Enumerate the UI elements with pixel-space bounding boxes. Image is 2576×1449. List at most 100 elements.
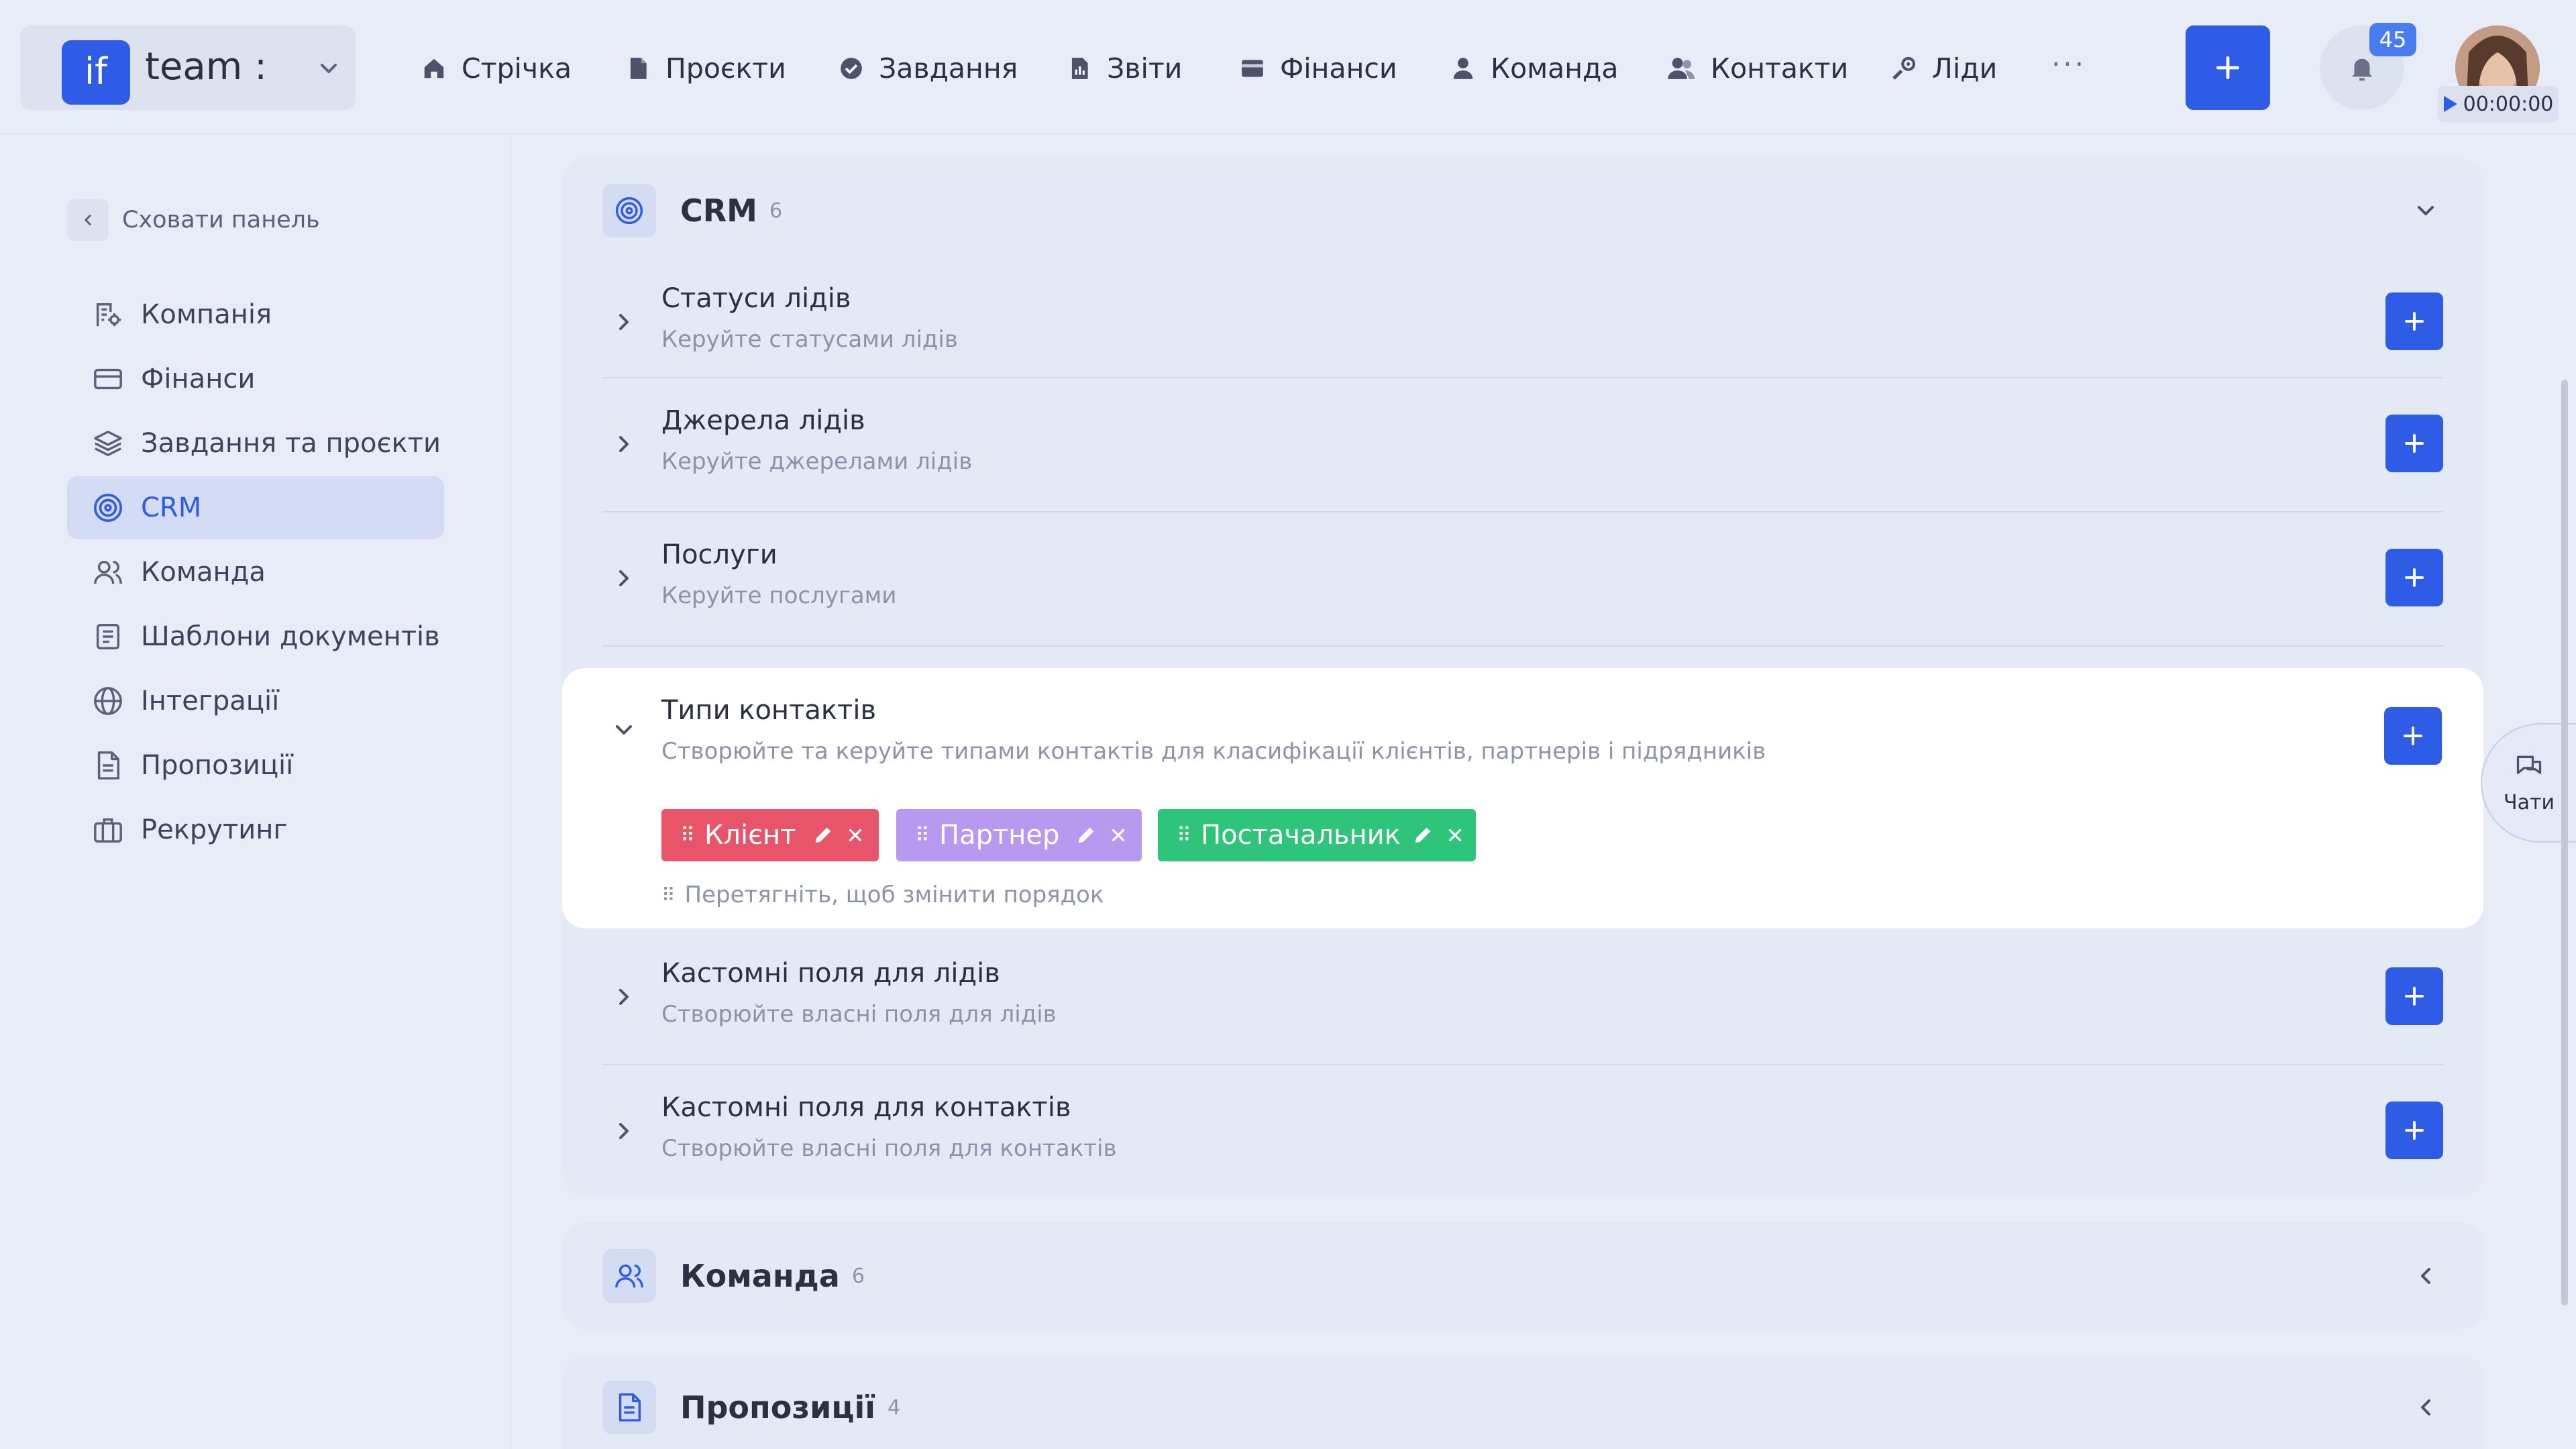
section-title: Джерела лідів — [661, 405, 865, 436]
nav-team[interactable]: Команда — [1450, 44, 1619, 93]
sidebar-item-tasks-projects[interactable]: Завдання та проєкти — [67, 412, 444, 475]
sidebar-item-label: Фінанси — [141, 364, 256, 394]
hide-panel-button[interactable]: Сховати панель — [67, 199, 320, 241]
contacts-icon — [1668, 56, 1696, 81]
section-services[interactable]: Послуги Керуйте послугами — [602, 513, 2443, 647]
sidebar-item-label: Завдання та проєкти — [141, 428, 441, 459]
create-new-button[interactable] — [2186, 25, 2270, 110]
sidebar-item-proposals[interactable]: Пропозиції — [67, 734, 444, 797]
chat-icon — [2514, 752, 2544, 782]
add-service-button[interactable] — [2385, 549, 2443, 606]
section-lead-custom-fields[interactable]: Кастомні поля для лідів Створюйте власні… — [602, 931, 2443, 1065]
nav-projects[interactable]: Проєкти — [625, 44, 786, 93]
timer-value: 00:00:00 — [2463, 92, 2554, 116]
edit-icon[interactable] — [1411, 824, 1434, 847]
crm-count: 6 — [769, 199, 783, 223]
nav-leads[interactable]: Ліди — [1890, 44, 1997, 93]
tag-label: Клієнт — [704, 820, 796, 851]
team-card-header[interactable]: Команда 6 — [602, 1249, 865, 1303]
drag-hint-text: Перетягніть, щоб змінити порядок — [684, 881, 1104, 908]
chevron-down-icon[interactable] — [2412, 197, 2439, 224]
team-card[interactable]: Команда 6 — [562, 1222, 2483, 1330]
globe-icon — [93, 686, 123, 716]
section-contact-types: Типи контактів Створюйте та керуйте типа… — [562, 668, 2483, 928]
wallet-icon — [1240, 56, 1265, 81]
nav-reports[interactable]: Звіти — [1067, 44, 1182, 93]
add-contact-field-button[interactable] — [2385, 1102, 2443, 1159]
close-icon[interactable] — [1108, 825, 1128, 845]
sidebar-item-label: Команда — [141, 557, 266, 588]
target-icon — [602, 184, 656, 237]
section-title: Статуси лідів — [661, 283, 851, 314]
drag-handle-icon[interactable]: ⠿ — [680, 824, 695, 847]
nav-label: Контакти — [1711, 52, 1849, 85]
section-title: Кастомні поля для контактів — [661, 1092, 1071, 1123]
section-subtitle: Керуйте джерелами лідів — [661, 448, 973, 475]
proposals-card-count: 4 — [888, 1395, 901, 1419]
nav-tasks[interactable]: Завдання — [839, 44, 1018, 93]
team-switcher[interactable]: if team : — [20, 25, 356, 110]
building-icon — [93, 299, 123, 330]
report-icon — [1067, 56, 1092, 81]
proposals-card-title: Пропозиції — [680, 1389, 876, 1426]
tag-label: Постачальник — [1200, 820, 1401, 851]
sidebar-item-crm[interactable]: CRM — [67, 476, 444, 539]
section-contact-custom-fields[interactable]: Кастомні поля для контактів Створюйте вл… — [602, 1065, 2443, 1197]
scrollbar[interactable] — [2561, 380, 2568, 1305]
close-icon[interactable] — [1445, 825, 1465, 845]
time-tracker-button[interactable]: 00:00:00 — [2438, 86, 2559, 122]
nav-finances[interactable]: Фінанси — [1240, 44, 1397, 93]
proposal-icon — [602, 1381, 656, 1434]
check-circle-icon — [839, 56, 864, 81]
drag-handle-icon[interactable]: ⠿ — [1177, 824, 1191, 847]
section-lead-statuses[interactable]: Статуси лідів Керуйте статусами лідів — [602, 270, 2443, 378]
notifications-badge: 45 — [2369, 23, 2416, 56]
chevron-left-icon[interactable] — [2412, 1263, 2439, 1289]
hide-panel-label: Сховати панель — [122, 207, 320, 233]
add-lead-field-button[interactable] — [2385, 967, 2443, 1025]
add-lead-source-button[interactable] — [2385, 415, 2443, 472]
sidebar: Сховати панель Компанія Фінанси Завдання… — [0, 134, 511, 1449]
contact-type-tag-partner[interactable]: ⠿ Партнер — [896, 809, 1142, 861]
section-subtitle: Керуйте статусами лідів — [661, 326, 958, 353]
sidebar-item-integrations[interactable]: Інтеграції — [67, 669, 444, 733]
nav-label: Завдання — [879, 52, 1018, 85]
close-icon[interactable] — [845, 825, 865, 845]
team-card-count: 6 — [851, 1264, 865, 1288]
chevron-left-icon[interactable] — [2412, 1394, 2439, 1421]
nav-feed[interactable]: Стрічка — [421, 44, 572, 93]
sidebar-item-team[interactable]: Команда — [67, 541, 444, 604]
sidebar-item-finances[interactable]: Фінанси — [67, 347, 444, 411]
add-contact-type-button[interactable] — [2384, 707, 2442, 765]
edit-icon[interactable] — [812, 824, 835, 847]
section-lead-sources[interactable]: Джерела лідів Керуйте джерелами лідів — [602, 378, 2443, 513]
chevron-left-icon — [67, 199, 109, 241]
drag-handle-icon: ⠿ — [661, 883, 676, 906]
proposals-card-header[interactable]: Пропозиції 4 — [602, 1381, 900, 1434]
sidebar-item-label: CRM — [141, 492, 202, 523]
contact-type-tag-client[interactable]: ⠿ Клієнт — [661, 809, 879, 861]
sidebar-item-document-templates[interactable]: Шаблони документів — [67, 605, 444, 668]
contact-type-tag-supplier[interactable]: ⠿ Постачальник — [1158, 809, 1476, 861]
nav-contacts[interactable]: Контакти — [1668, 44, 1848, 93]
home-icon — [421, 56, 447, 81]
nav-label: Ліди — [1932, 52, 1998, 85]
crm-card-header[interactable]: CRM 6 — [602, 184, 782, 237]
chevron-right-icon — [610, 565, 637, 592]
sidebar-item-label: Компанія — [141, 299, 272, 330]
section-title: Типи контактів — [661, 695, 877, 726]
nav-more-button[interactable]: ··· — [2051, 44, 2086, 93]
sidebar-item-recruiting[interactable]: Рекрутинг — [67, 798, 444, 861]
sidebar-item-label: Інтеграції — [141, 686, 280, 716]
section-subtitle: Створюйте власні поля для контактів — [661, 1135, 1117, 1162]
nav-label: Стрічка — [462, 52, 572, 85]
proposals-card[interactable]: Пропозиції 4 — [562, 1355, 2483, 1449]
sidebar-item-company[interactable]: Компанія — [67, 283, 444, 346]
card-icon — [93, 364, 123, 394]
chevron-down-icon[interactable] — [610, 716, 637, 743]
drag-handle-icon[interactable]: ⠿ — [915, 824, 930, 847]
edit-icon[interactable] — [1075, 824, 1097, 847]
add-lead-status-button[interactable] — [2385, 292, 2443, 350]
drag-hint: ⠿ Перетягніть, щоб змінити порядок — [661, 881, 1104, 908]
sidebar-item-label: Шаблони документів — [141, 621, 440, 652]
